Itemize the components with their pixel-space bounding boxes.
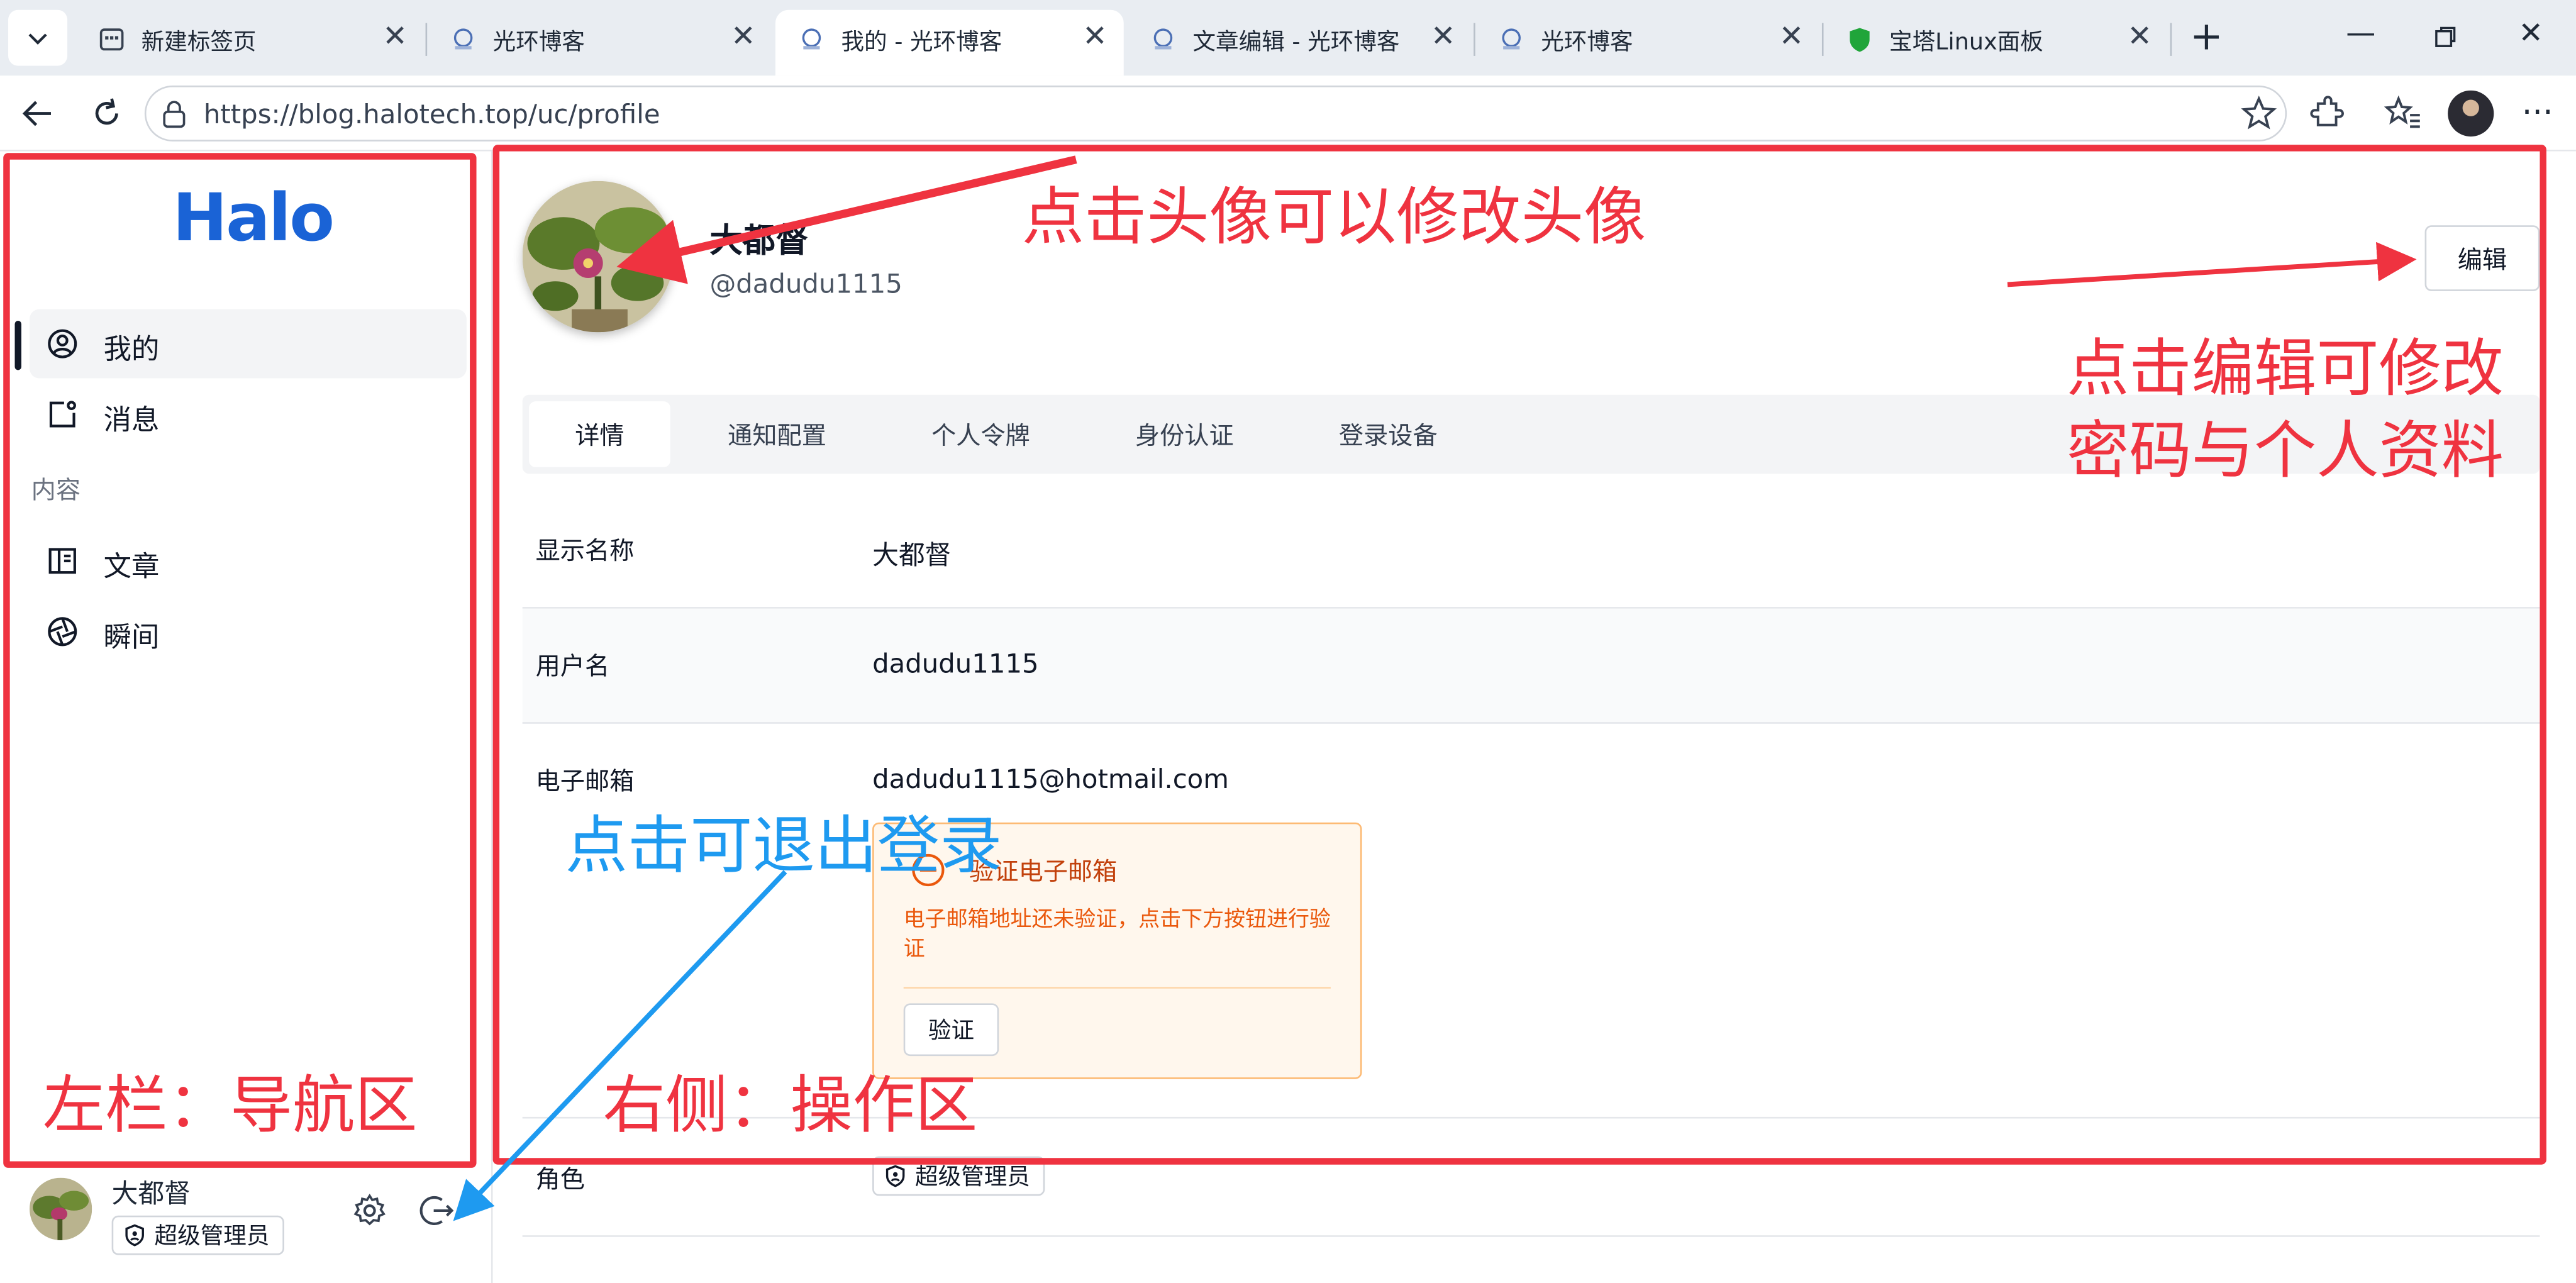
annotation-edit-hint-2: 密码与个人资料 (2067, 414, 2504, 487)
arrow-to-logout (453, 870, 787, 1221)
annotation-right-label: 右侧：操作区 (602, 1069, 978, 1142)
annotation-edit-hint-1: 点击编辑可修改 (2067, 332, 2504, 405)
annotation-logout-hint: 点击可退出登录 (565, 809, 1002, 882)
annotation-avatar-hint: 点击头像可以修改头像 (1021, 181, 1646, 253)
arrow-to-avatar (616, 155, 1077, 284)
arrow-to-edit (2007, 242, 2417, 287)
annotation-left-label: 左栏：导航区 (42, 1069, 418, 1142)
